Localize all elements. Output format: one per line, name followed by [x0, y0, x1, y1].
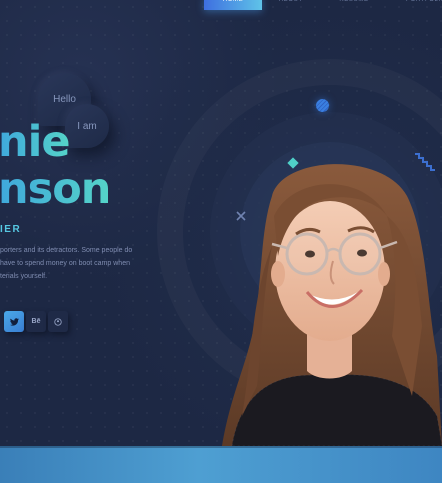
github-button[interactable]: [48, 311, 68, 332]
behance-icon: Bē: [31, 318, 41, 325]
hello-text: Hello: [53, 94, 76, 105]
top-nav: HOME ABOUT RESUME PORTFOLIO: [0, 0, 442, 10]
intro-line: have to spend money on boot camp when: [0, 260, 130, 267]
intro-line: terials yourself.: [0, 273, 48, 280]
i-am-bubble: I am: [65, 104, 109, 148]
nav-home[interactable]: HOME: [204, 0, 262, 10]
github-icon: [54, 317, 62, 326]
intro-line: porters and its detractors. Some people …: [0, 247, 133, 254]
twitter-button[interactable]: [4, 311, 24, 332]
role-title: IER: [0, 224, 22, 235]
name-last: nson: [0, 164, 111, 214]
twitter-icon: [9, 317, 19, 326]
hero-section: HOME ABOUT RESUME PORTFOLIO Hello I am n…: [0, 0, 442, 446]
blue-dot-decoration: [316, 99, 329, 112]
nav-resume[interactable]: RESUME: [334, 0, 374, 10]
i-am-text: I am: [77, 120, 97, 132]
footer-strip: [0, 446, 442, 483]
name-first: nie: [0, 117, 71, 167]
intro-text: porters and its detractors. Some people …: [0, 244, 150, 283]
nav-portfolio[interactable]: PORTFOLIO: [400, 0, 442, 10]
nav-about[interactable]: ABOUT: [274, 0, 308, 10]
behance-button[interactable]: Bē: [26, 311, 46, 332]
portrait-photo: [222, 164, 442, 446]
